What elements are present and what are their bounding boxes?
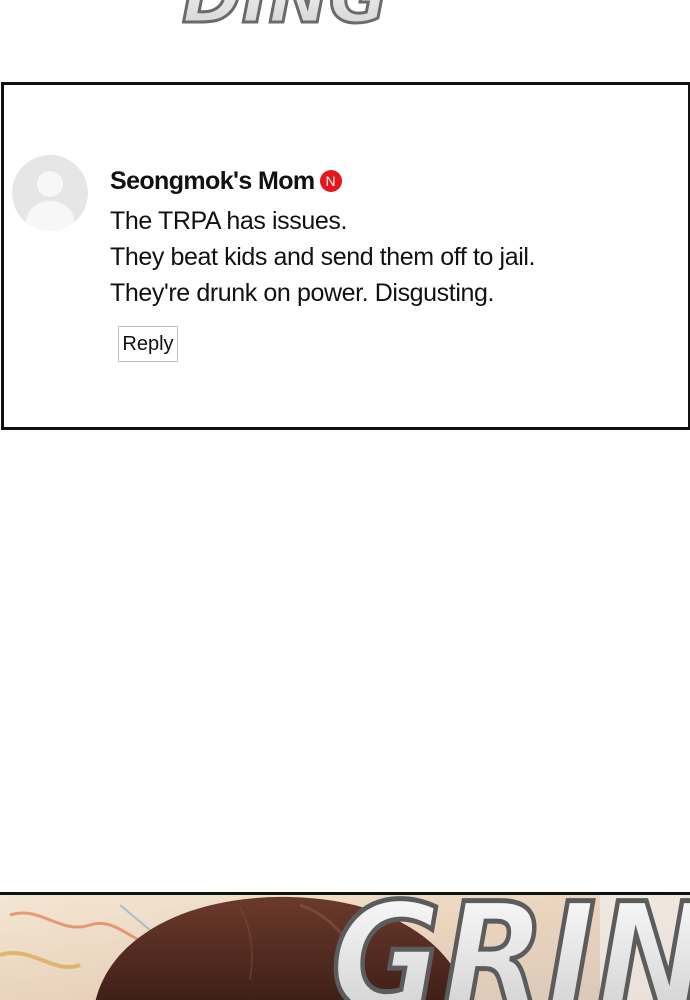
author-row: Seongmok's Mom N (110, 165, 670, 197)
top-sfx-art: DING (181, 0, 390, 32)
comic-page: DING Seongmok's Mom N The TRPA has issue… (0, 0, 690, 1000)
top-sfx-text: DING (182, 0, 388, 32)
comment-line: The TRPA has issues. (110, 207, 348, 235)
comment-line: They beat kids and send them off to jail… (110, 243, 536, 271)
comic-panel-bottom (0, 892, 690, 1000)
avatar-head-shape (37, 171, 63, 197)
avatar (12, 155, 88, 231)
top-sfx-lettering: DING (155, 0, 415, 32)
comment-text: The TRPA has issues. They beat kids and … (110, 203, 670, 311)
avatar-shoulders-shape (26, 201, 74, 231)
panel-illustration (0, 895, 690, 1000)
comment-body: Seongmok's Mom N The TRPA has issues. Th… (110, 165, 670, 311)
background-light (600, 895, 690, 1000)
author-name: Seongmok's Mom (110, 166, 315, 195)
reply-button[interactable]: Reply (118, 326, 178, 362)
comment-line: They're drunk on power. Disgusting. (110, 279, 495, 307)
new-badge-icon: N (319, 170, 342, 192)
comment-panel: Seongmok's Mom N The TRPA has issues. Th… (1, 82, 690, 430)
